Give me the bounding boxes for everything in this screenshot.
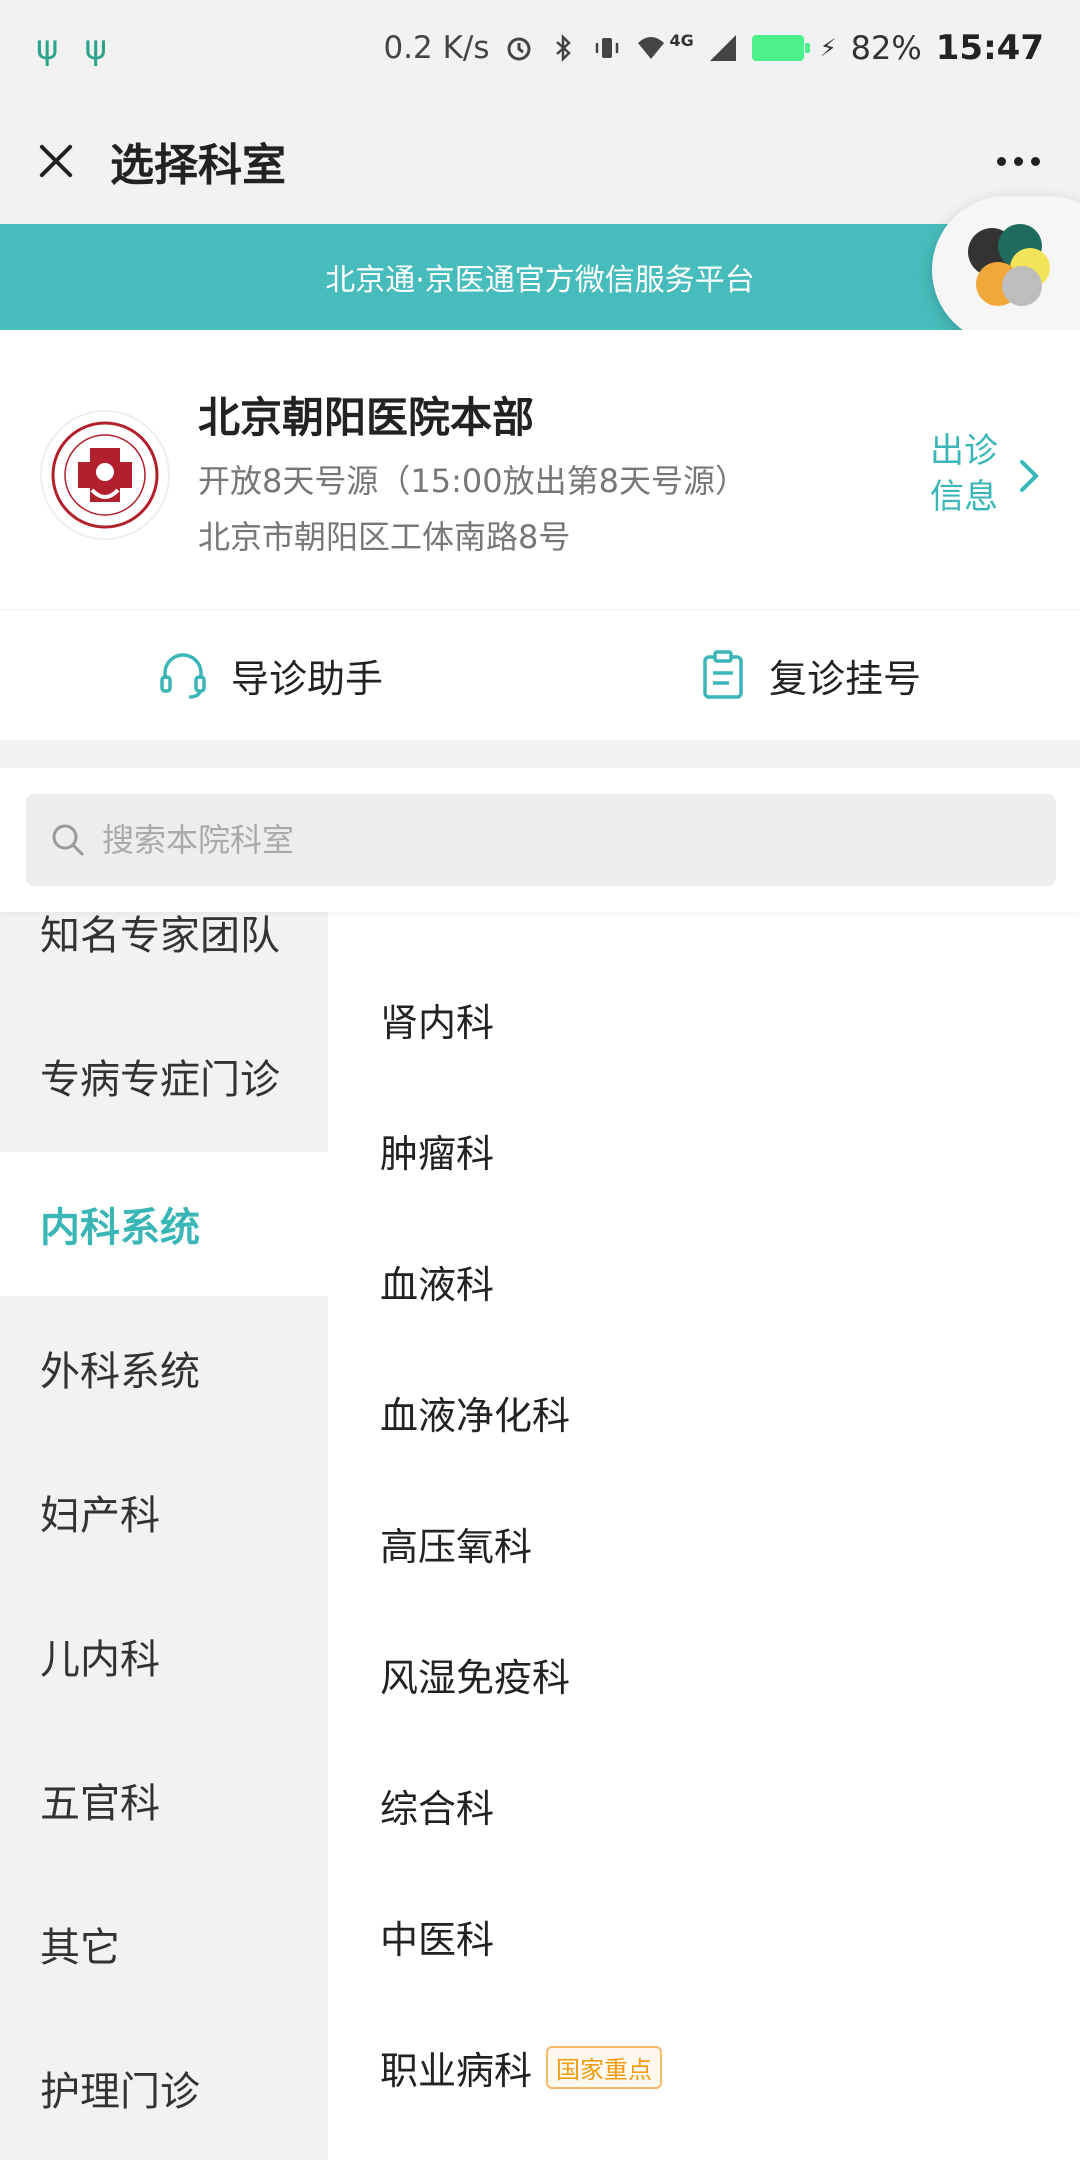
department-label: 血液科 [380,1263,495,1307]
revisit-register-button[interactable]: 复诊挂号 [540,610,1080,740]
status-bar: ψ ψ 0.2 K/s 4G ⚡ 82% 15:47 [0,0,1080,96]
search-input[interactable] [102,821,1002,859]
category-label: 妇产科 [40,1493,160,1539]
guide-assistant-label: 导诊助手 [230,656,383,701]
status-right: 0.2 K/s 4G ⚡ 82% 15:47 [383,28,1044,68]
headset-icon [160,653,206,699]
close-icon[interactable] [32,137,80,185]
battery-icon [751,35,810,61]
alarm-icon [507,37,531,61]
category-item-obstetrics[interactable]: 妇产科 [0,1440,328,1584]
category-label: 专病专症门诊 [40,1057,280,1103]
signal-icon [709,35,736,61]
category-label: 内科系统 [40,1205,200,1251]
category-item-surgery[interactable]: 外科系统 [0,1296,328,1440]
department-label: 高压氧科 [380,1525,533,1569]
department-item[interactable]: 风湿免疫科 [380,1647,570,1702]
department-item[interactable]: 职业病科 国家重点 [380,2040,663,2095]
category-label: 护理门诊 [40,2069,200,2115]
department-label: 职业病科 [380,2049,533,2093]
tools-row: 导诊助手 复诊挂号 [0,610,1080,740]
guide-assistant-button[interactable]: 导诊助手 [0,610,540,740]
hospital-card: 北京朝阳医院本部 开放8天号源（15:00放出第8天号源） 北京市朝阳区工体南路… [0,330,1080,610]
department-label: 中医科 [380,1918,495,1962]
network-type: 4G [669,30,694,50]
category-label: 五官科 [40,1781,160,1827]
charging-icon: ⚡ [819,34,837,62]
page-title: 选择科室 [110,140,286,191]
clock: 15:47 [935,28,1044,68]
department-label: 风湿免疫科 [380,1656,571,1700]
clinic-info-link[interactable]: 出诊 信息 [930,428,1050,520]
department-item[interactable]: 肿瘤科 [380,1123,494,1178]
department-item[interactable]: 血液净化科 [380,1385,570,1440]
hospital-name: 北京朝阳医院本部 [198,393,535,442]
status-left: ψ ψ [36,28,107,68]
miniapp-capsule[interactable] [932,196,1080,344]
hospital-logo-icon [51,421,159,529]
category-item-internal-medicine[interactable]: 内科系统 [0,1152,328,1296]
usb-icon: ψ [36,28,59,68]
category-label: 儿内科 [40,1637,160,1683]
department-list: 肾内科 肿瘤科 血液科 血液净化科 高压氧科 风湿免疫科 综合科 中医科 职业病… [328,880,1080,2160]
department-item[interactable]: 肾内科 [380,992,494,1047]
chevron-right-icon [1020,460,1039,492]
department-item[interactable]: 血液科 [380,1254,494,1309]
search-bar [0,768,1080,912]
vibrate-icon [595,38,618,58]
department-label: 血液净化科 [380,1394,571,1438]
platform-banner: 北京通·京医通官方微信服务平台 [0,224,1080,330]
hospital-logo [40,410,170,540]
app-logo-icon [968,224,1050,306]
department-item[interactable]: 中医科 [380,1909,494,1964]
category-label: 其它 [40,1925,120,1971]
clipboard-icon [703,650,743,699]
network-speed: 0.2 K/s [383,30,490,66]
category-item-other[interactable]: 其它 [0,1872,328,2016]
search-box[interactable] [26,794,1056,886]
title-bar: 选择科室 [0,96,1080,226]
department-item[interactable]: 高压氧科 [380,1516,532,1571]
bluetooth-icon [555,33,571,63]
battery-percent: 82% [850,29,922,67]
hospital-address: 北京市朝阳区工体南路8号 [198,518,571,556]
category-sidebar: 知名专家团队 专病专症门诊 内科系统 外科系统 妇产科 儿内科 五官科 其它 护… [0,880,328,2160]
more-options-icon[interactable] [997,156,1040,166]
search-icon [52,824,84,856]
category-label: 外科系统 [40,1349,200,1395]
usb-icon: ψ [84,28,107,68]
department-label: 肾内科 [380,1001,495,1045]
category-item-nursing[interactable]: 护理门诊 [0,2016,328,2160]
department-label: 综合科 [380,1787,495,1831]
national-key-badge: 国家重点 [546,2046,663,2089]
revisit-register-label: 复诊挂号 [768,656,921,701]
category-item-ent[interactable]: 五官科 [0,1728,328,1872]
department-item[interactable]: 综合科 [380,1778,494,1833]
hospital-open-info: 开放8天号源（15:00放出第8天号源） [198,462,747,500]
department-label: 肿瘤科 [380,1132,495,1176]
category-item-pediatrics[interactable]: 儿内科 [0,1584,328,1728]
category-item-special-clinic[interactable]: 专病专症门诊 [0,1004,328,1148]
wifi-icon [637,37,664,59]
banner-text: 北京通·京医通官方微信服务平台 [325,263,755,298]
